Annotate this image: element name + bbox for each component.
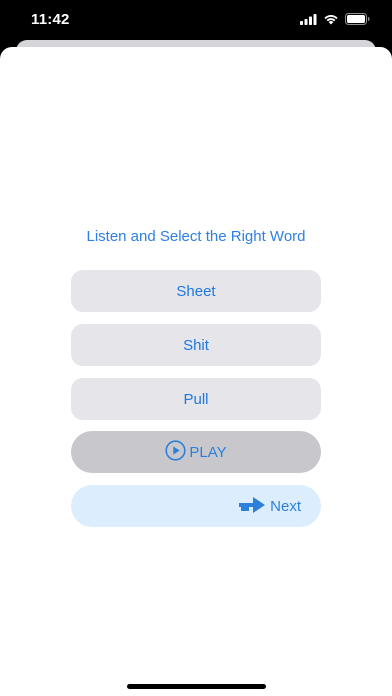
option-button-2[interactable]: Shit (71, 324, 321, 366)
quiz-sheet (0, 47, 392, 696)
app-screen: 11:42 Listen and Select the Right Word S… (0, 0, 392, 696)
battery-icon (345, 12, 370, 30)
status-icons (300, 12, 370, 30)
play-circle-icon (165, 439, 186, 465)
status-time: 11:42 (31, 11, 70, 28)
home-indicator (127, 684, 266, 689)
option-button-3[interactable]: Pull (71, 378, 321, 420)
arrow-right-icon (239, 494, 266, 518)
play-button[interactable]: PLAY (71, 431, 321, 473)
option-button-1[interactable]: Sheet (71, 270, 321, 312)
cellular-signal-icon (300, 12, 317, 30)
status-bar: 11:42 (0, 0, 392, 40)
play-button-label: PLAY (189, 443, 227, 461)
quiz-prompt: Listen and Select the Right Word (86, 228, 306, 245)
next-button[interactable]: Next (71, 485, 321, 527)
next-button-label: Next (270, 497, 301, 515)
wifi-icon (323, 12, 339, 30)
